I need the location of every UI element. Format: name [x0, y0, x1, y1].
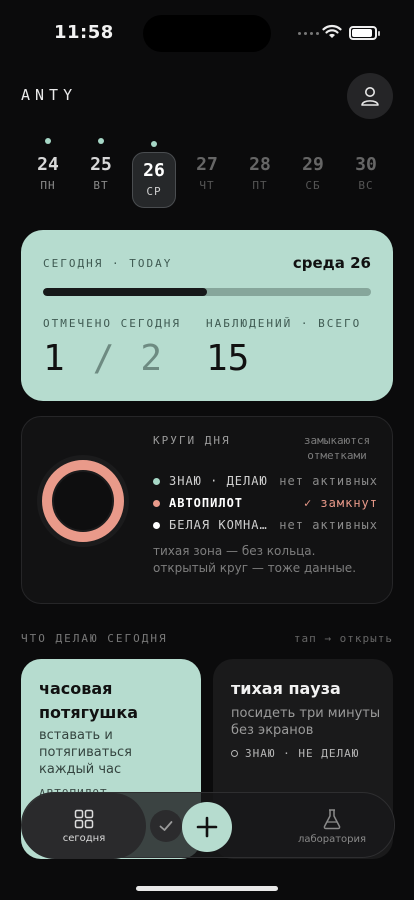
day-activity-dot [45, 138, 51, 144]
habit-description: посидеть три минуты без экранов [231, 706, 381, 738]
day-number: 27 [196, 154, 218, 175]
open-circle-icon [231, 750, 238, 757]
app-brand: ANTY [21, 86, 78, 104]
observations-value: 15 [206, 338, 250, 379]
flask-icon [323, 808, 341, 829]
marked-total: 2 [140, 338, 163, 379]
day-25[interactable]: 25 ВТ [79, 136, 123, 208]
circles-card[interactable]: КРУГИ ДНЯ замыкаются отметками ЗНАЮ · ДЕ… [21, 416, 393, 604]
day-30[interactable]: 30 ВС [344, 136, 388, 208]
day-activity-dot [151, 141, 157, 147]
day-number: 26 [143, 160, 165, 181]
circles-subtitle: замыкаются отметками [303, 434, 371, 462]
circle-bullet-icon [153, 521, 160, 529]
circle-row: АВТОПИЛОТ ✓ замкнут [153, 496, 378, 510]
check-icon [159, 821, 173, 831]
marked-counter: 1 / 2 [43, 338, 162, 379]
tab-today-label: сегодня [62, 832, 106, 844]
battery-icon [349, 26, 380, 40]
circle-row: БЕЛАЯ КОМНА… нет активных [153, 518, 378, 532]
circle-status: нет активных [279, 474, 378, 488]
day-number: 24 [37, 154, 59, 175]
day-29[interactable]: 29 СБ [291, 136, 335, 208]
wifi-icon [322, 24, 342, 38]
day-26[interactable]: 26 СР [132, 141, 176, 208]
habit-tag-label: ЗНАЮ · НЕ ДЕЛАЮ [245, 747, 360, 760]
day-weekday: СР [146, 185, 162, 198]
day-activity-dot [204, 138, 210, 144]
habit-tag: ЗНАЮ · НЕ ДЕЛАЮ [231, 747, 359, 760]
day-number: 30 [355, 154, 377, 175]
tab-today[interactable]: сегодня [22, 793, 146, 859]
user-icon [361, 87, 379, 106]
day-weekday: ВТ [93, 179, 109, 192]
marked-done: 1 [43, 338, 65, 379]
signal-icon [298, 32, 319, 35]
day-activity-dot [98, 138, 104, 144]
today-label: СЕГОДНЯ · TODAY [43, 257, 173, 270]
circle-name: ЗНАЮ · ДЕЛАЮ [169, 474, 268, 488]
day-number: 28 [249, 154, 271, 175]
circle-status: нет активных [279, 518, 378, 532]
day-weekday: ВС [358, 179, 374, 192]
circle-name: БЕЛАЯ КОМНА… [169, 518, 268, 532]
circle-bullet-icon [153, 477, 160, 485]
day-weekday: ЧТ [199, 179, 215, 192]
day-ring [37, 455, 129, 547]
circles-note: тихая зона — без кольца. открытый круг —… [153, 544, 357, 575]
circle-name: АВТОПИЛОТ [169, 496, 244, 510]
marked-label: ОТМЕЧЕНО СЕГОДНЯ [43, 317, 181, 330]
day-weekday: ПТ [252, 179, 268, 192]
today-progress-fill [43, 288, 207, 296]
habit-description: вставать и потягиваться каждый час [39, 728, 132, 777]
circle-row: ЗНАЮ · ДЕЛАЮ нет активных [153, 474, 378, 488]
status-time: 11:58 [54, 22, 114, 43]
day-28[interactable]: 28 ПТ [238, 136, 282, 208]
today-progress-bar [43, 288, 371, 296]
day-strip: 24 ПН 25 ВТ 26 СР 27 ЧТ 28 ПТ 29 СБ 30 ВС [26, 136, 388, 208]
today-date: среда 26 [292, 254, 371, 272]
day-activity-dot [363, 138, 369, 144]
section-title: ЧТО ДЕЛАЮ СЕГОДНЯ [21, 632, 168, 645]
status-bar: 11:58 [0, 0, 414, 60]
dynamic-island [143, 15, 271, 52]
tab-bar: сегодня лаборатория [21, 792, 395, 859]
circle-status: ✓ замкнут [303, 496, 378, 510]
check-button[interactable] [150, 810, 182, 842]
day-number: 29 [302, 154, 324, 175]
circles-title: КРУГИ ДНЯ [153, 434, 231, 447]
day-weekday: ПН [40, 179, 56, 192]
day-27[interactable]: 27 ЧТ [185, 136, 229, 208]
marked-separator: / [92, 338, 115, 379]
habit-title: тихая пауза [231, 679, 341, 698]
observations-label: НАБЛЮДЕНИЙ · ВСЕГО [206, 317, 362, 330]
circle-bullet-icon [153, 499, 160, 507]
day-number: 25 [90, 154, 112, 175]
day-activity-dot [257, 138, 263, 144]
day-activity-dot [310, 138, 316, 144]
plus-icon [196, 816, 218, 838]
profile-button[interactable] [347, 73, 393, 119]
habit-title: часовая потягушка [39, 679, 139, 722]
grid-icon [74, 809, 94, 828]
tab-lab[interactable]: лаборатория [284, 793, 380, 859]
home-indicator [136, 886, 278, 891]
day-weekday: СБ [305, 179, 321, 192]
today-card[interactable]: СЕГОДНЯ · TODAY среда 26 ОТМЕЧЕНО СЕГОДН… [21, 230, 393, 401]
day-24[interactable]: 24 ПН [26, 136, 70, 208]
add-button[interactable] [182, 802, 232, 852]
tab-lab-label: лаборатория [297, 833, 367, 845]
section-hint: тап → открыть [293, 632, 393, 645]
